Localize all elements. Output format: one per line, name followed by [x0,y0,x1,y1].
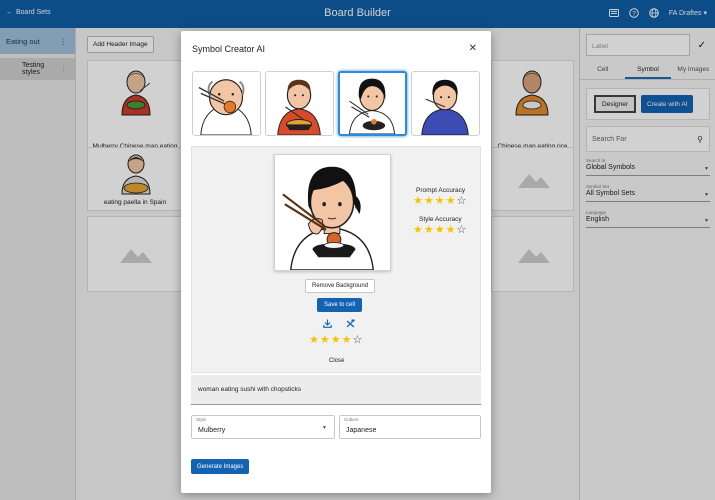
remove-background-button[interactable]: Remove Background [305,279,376,293]
star-filled-icon[interactable]: ★ [320,334,331,346]
close-preview-button[interactable]: Close [329,358,344,364]
man-eating-noodles-image [277,79,321,135]
save-to-cell-button[interactable]: Save to cell [317,298,363,312]
star-filled-icon: ★ [413,224,424,236]
star-filled-icon: ★ [434,195,446,207]
woman-eating-sushi-large-image [282,166,375,271]
star-filled-icon: ★ [445,224,457,236]
star-filled-icon[interactable]: ★ [309,334,320,346]
star-filled-icon: ★ [423,224,435,236]
generate-images-button[interactable]: Generate Images [191,459,250,474]
star-filled-icon[interactable]: ★ [342,334,353,346]
culture-input[interactable]: Culture Japanese [339,415,481,439]
old-man-eating-image [198,79,252,135]
star-filled-icon: ★ [434,224,446,236]
download-icon[interactable] [323,319,332,330]
star-filled-icon[interactable]: ★ [331,334,342,346]
style-select[interactable]: Style Mulberry ▼ [191,415,335,439]
star-empty-icon: ☆ [456,195,468,207]
dialog-title: Symbol Creator AI [192,44,266,54]
preview-panel: Prompt Accuracy ★★★★☆ Style Accuracy ★★★… [191,146,481,373]
star-empty-icon: ☆ [456,224,468,236]
star-filled-icon: ★ [445,195,457,207]
star-empty-icon[interactable]: ☆ [353,334,364,346]
style-accuracy-stars: ★★★★☆ [413,225,467,236]
star-filled-icon: ★ [423,195,435,207]
prompt-accuracy-label: Prompt Accuracy [416,187,466,194]
chevron-down-icon: ▼ [322,425,327,431]
tools-icon[interactable] [346,319,355,330]
woman-eating-purple-image [421,79,469,135]
close-icon[interactable]: ✕ [469,43,477,54]
selected-symbol-preview [274,154,391,271]
woman-eating-sushi-image [349,78,396,134]
star-filled-icon: ★ [413,195,424,207]
prompt-input[interactable]: woman eating sushi with chopsticks [191,375,481,405]
generated-option-1[interactable] [192,71,261,136]
generated-option-3-selected[interactable] [338,71,407,136]
rating-stars[interactable]: ★★★★☆ [309,335,363,346]
style-accuracy-label: Style Accuracy [419,216,462,223]
prompt-accuracy-stars: ★★★★☆ [413,196,467,207]
symbol-creator-dialog: Symbol Creator AI ✕ Prompt Accuracy ★★★★… [181,31,491,493]
generated-option-4[interactable] [411,71,480,136]
generated-option-2[interactable] [265,71,334,136]
